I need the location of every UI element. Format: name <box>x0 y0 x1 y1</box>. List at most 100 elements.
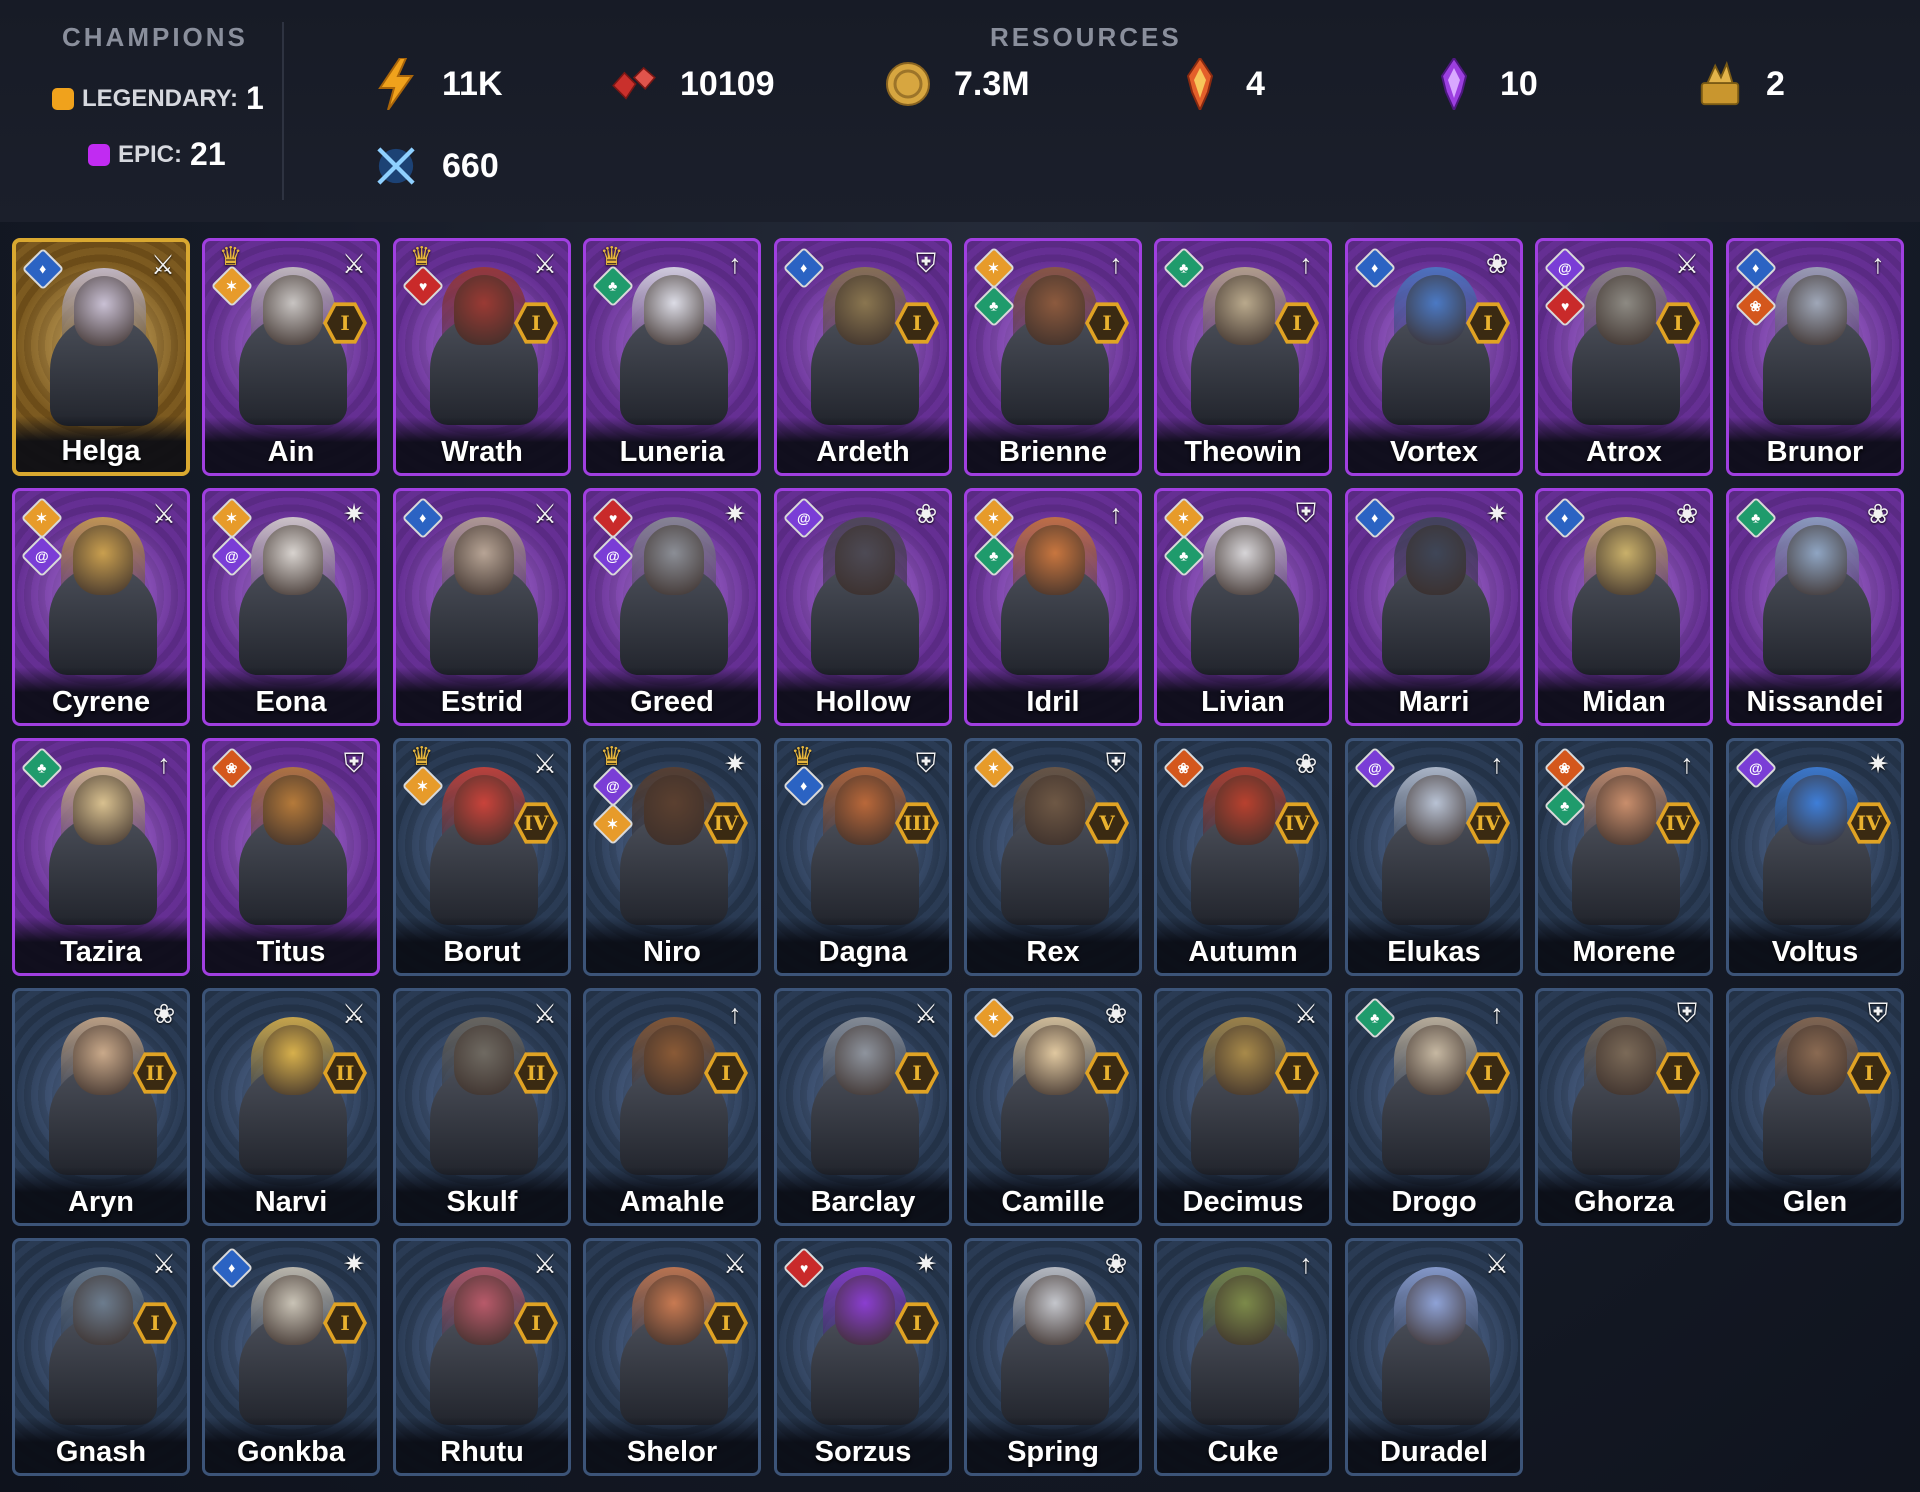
ranged-role-icon: ↑ <box>728 998 742 1029</box>
champion-name: Wrath <box>441 436 523 468</box>
champion-name: Marri <box>1398 686 1470 718</box>
champion-card[interactable]: ♦ ❀ ↑ Brunor <box>1726 238 1904 476</box>
ranged-role-icon: ↑ <box>1490 998 1504 1029</box>
rank-badge-label: I <box>531 1311 541 1335</box>
attack-role-icon: ⚔ <box>532 498 558 529</box>
champion-card[interactable]: ⚔ I Shelor <box>583 1238 761 1476</box>
attack-role-icon: ⚔ <box>532 998 558 1029</box>
ranged-role-icon: ↑ <box>157 748 171 779</box>
champion-card[interactable]: ♥ ✷ I Sorzus <box>774 1238 952 1476</box>
gold-pile-icon <box>1696 58 1744 110</box>
champion-card[interactable]: ♦ ⚔ Helga <box>12 238 190 476</box>
champion-card[interactable]: ⚔ I Gnash <box>12 1238 190 1476</box>
champion-card[interactable]: ↑ Cuke <box>1154 1238 1332 1476</box>
champion-card[interactable]: ⚔ I Rhutu <box>393 1238 571 1476</box>
ranged-role-icon: ↑ <box>1109 248 1123 279</box>
gems-value: 10109 <box>680 64 775 103</box>
champion-card[interactable]: ✶ ❀ I Camille <box>964 988 1142 1226</box>
support-role-icon: ❀ <box>914 498 938 529</box>
champion-name: Tazira <box>60 936 142 968</box>
champion-card[interactable]: ⚔ II Skulf <box>393 988 571 1226</box>
champion-card[interactable]: ♦ ⛨ I Ardeth <box>774 238 952 476</box>
ranged-role-icon: ↑ <box>1871 248 1885 279</box>
champion-card[interactable]: @ ♥ ⚔ I Atrox <box>1535 238 1713 476</box>
champion-name: Greed <box>630 686 714 718</box>
champion-card[interactable]: ♛ ♥ ⚔ I Wrath <box>393 238 571 476</box>
rank-badge-label: IV <box>713 811 739 835</box>
champion-name: Autumn <box>1188 936 1298 968</box>
champion-card[interactable]: ♛ ♣ ↑ Luneria <box>583 238 761 476</box>
champion-name: Cyrene <box>51 686 151 718</box>
champion-card[interactable]: ✶ @ ✷ Eona <box>202 488 380 726</box>
crossed-swords-icon <box>372 140 420 192</box>
champion-card[interactable]: ❀ ♣ ↑ IV Morene <box>1535 738 1713 976</box>
champion-card[interactable]: ⚔ I Decimus <box>1154 988 1332 1226</box>
champion-card[interactable]: ♛ ♦ ⛨ III Dagna <box>774 738 952 976</box>
champion-card[interactable]: ⚔ II Narvi <box>202 988 380 1226</box>
rank-badge-label: I <box>912 1061 922 1085</box>
void-shards-value: 10 <box>1500 64 1538 103</box>
epic-label: EPIC: <box>118 140 183 168</box>
champion-name: Ardeth <box>816 436 910 468</box>
rank-badge-label: I <box>340 311 350 335</box>
champion-card[interactable]: ♣ ↑ Tazira <box>12 738 190 976</box>
attack-role-icon: ⚔ <box>341 248 367 279</box>
champion-card[interactable]: ❀ II Aryn <box>12 988 190 1226</box>
resource-void-shards: 10 <box>1430 58 1538 110</box>
champion-card[interactable]: ♦ ✷ I Gonkba <box>202 1238 380 1476</box>
champion-card[interactable]: ⛨ I Glen <box>1726 988 1904 1226</box>
champion-name: Barclay <box>810 1186 916 1218</box>
rank-badge-label: I <box>1673 311 1683 335</box>
champion-card[interactable]: ⚔ Duradel <box>1345 1238 1523 1476</box>
champion-card[interactable]: ✶ @ ⚔ Cyrene <box>12 488 190 726</box>
rank-badge-label: I <box>1292 311 1302 335</box>
champion-card[interactable]: ✶ ♣ ⛨ Livian <box>1154 488 1332 726</box>
champion-name: Nissandei <box>1746 686 1884 718</box>
champion-name: Estrid <box>440 686 524 718</box>
rank-badge-label: I <box>1292 1061 1302 1085</box>
rank-badge-label: IV <box>523 811 549 835</box>
champion-name: Rex <box>1026 936 1080 968</box>
champion-card[interactable]: ♦ ❀ I Vortex <box>1345 238 1523 476</box>
champion-name: Glen <box>1782 1186 1848 1218</box>
champion-card[interactable]: @ ✷ IV Voltus <box>1726 738 1904 976</box>
attack-role-icon: ⚔ <box>532 248 558 279</box>
champion-card[interactable]: ✶ ♣ ↑ I Brienne <box>964 238 1142 476</box>
champion-card[interactable]: ♥ @ ✷ Greed <box>583 488 761 726</box>
champion-name: Skulf <box>446 1186 518 1218</box>
champion-name: Cuke <box>1207 1436 1279 1468</box>
champion-card[interactable]: ♣ ❀ Nissandei <box>1726 488 1904 726</box>
champion-card[interactable]: ♣ ↑ I Drogo <box>1345 988 1523 1226</box>
champion-card[interactable]: ⚔ I Barclay <box>774 988 952 1226</box>
champion-card[interactable]: ✶ ♣ ↑ Idril <box>964 488 1142 726</box>
defense-role-icon: ⛨ <box>343 748 365 778</box>
champion-card[interactable]: ♛ @ ✶ ✷ IV Niro <box>583 738 761 976</box>
champion-name: Decimus <box>1182 1186 1304 1218</box>
champion-name: Dagna <box>818 936 908 968</box>
rank-badge-label: V <box>1099 811 1115 835</box>
champion-name: Borut <box>443 936 521 968</box>
champion-card[interactable]: ♛ ✶ ⚔ I Ain <box>202 238 380 476</box>
champion-card[interactable]: ⛨ I Ghorza <box>1535 988 1713 1226</box>
champion-card[interactable]: ❀ ⛨ Titus <box>202 738 380 976</box>
attack-role-icon: ⚔ <box>1293 998 1319 1029</box>
champion-name: Aryn <box>67 1186 135 1218</box>
champion-card[interactable]: ♦ ⚔ Estrid <box>393 488 571 726</box>
champion-card[interactable]: ❀ ❀ IV Autumn <box>1154 738 1332 976</box>
champion-card[interactable]: ✶ ⛨ V Rex <box>964 738 1142 976</box>
champion-name: Amahle <box>619 1186 725 1218</box>
champion-name: Spring <box>1007 1436 1099 1468</box>
rank-badge-label: I <box>912 311 922 335</box>
champion-card[interactable]: ♛ ✶ ⚔ IV Borut <box>393 738 571 976</box>
champion-card[interactable]: ♦ ❀ Midan <box>1535 488 1713 726</box>
legendary-count: 1 <box>246 80 264 116</box>
attack-role-icon: ⚔ <box>913 998 939 1029</box>
rank-badge-label: IV <box>1665 811 1691 835</box>
champion-card[interactable]: ♣ ↑ I Theowin <box>1154 238 1332 476</box>
champion-card[interactable]: @ ↑ IV Elukas <box>1345 738 1523 976</box>
champion-card[interactable]: ♦ ✷ Marri <box>1345 488 1523 726</box>
champion-card[interactable]: @ ❀ Hollow <box>774 488 952 726</box>
champion-card[interactable]: ↑ I Amahle <box>583 988 761 1226</box>
champion-card[interactable]: ❀ I Spring <box>964 1238 1142 1476</box>
lightning-icon <box>372 58 420 110</box>
